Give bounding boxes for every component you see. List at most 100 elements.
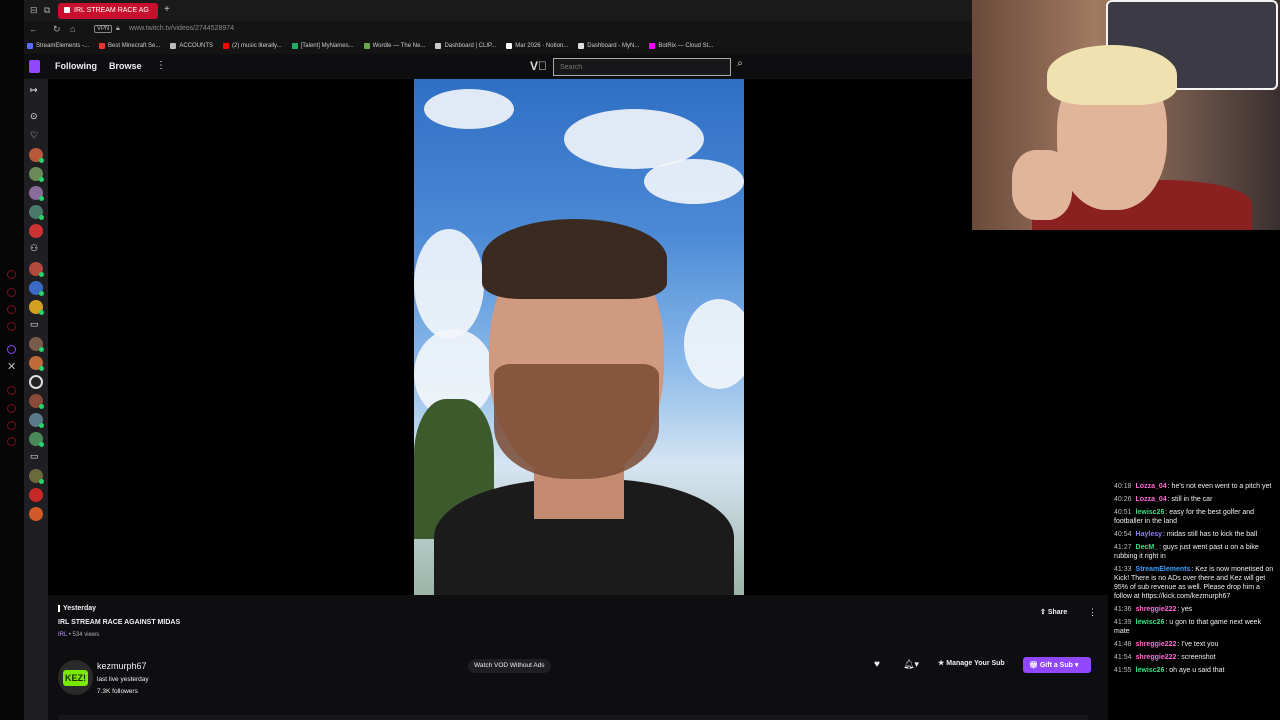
chat-text: he's not even went to a pitch yet: [1171, 483, 1272, 490]
gift-icon: 🎁︎: [1029, 662, 1040, 669]
home-icon[interactable]: ⌂: [70, 24, 75, 34]
twitch-app-icon[interactable]: [7, 345, 16, 354]
channel-avatar[interactable]: [29, 507, 43, 521]
bookmark-item[interactable]: StreamElements -...: [27, 37, 89, 54]
gift-sub-button[interactable]: 🎁︎ Gift a Sub ▾: [1023, 657, 1091, 673]
channel-avatar[interactable]: [29, 186, 44, 201]
browser-tab-bar: ⊟ ⧉ IRL STREAM RACE AG +: [24, 0, 972, 21]
bookmark-item[interactable]: Dashboard | CLIP...: [435, 37, 496, 54]
tab-list-icon[interactable]: ⧉: [44, 5, 50, 16]
bookmark-item[interactable]: Best Minecraft Se...: [99, 37, 160, 54]
share-button[interactable]: ⇪ Share: [1040, 608, 1067, 616]
notifications-bell-icon[interactable]: 🔔︎▾: [903, 659, 919, 670]
app-icon[interactable]: [7, 386, 16, 395]
chat-username[interactable]: StreamElements: [1136, 566, 1191, 573]
chat-username[interactable]: shreggie222: [1136, 606, 1177, 613]
channel-avatar[interactable]: [29, 167, 44, 182]
chat-username[interactable]: lewisc26: [1136, 667, 1165, 674]
bookmark-label: Dashboard - MyN...: [587, 42, 640, 49]
url-field[interactable]: www.twitch.tv/videos/2744528974: [129, 25, 234, 32]
add-friend-icon[interactable]: ⚇: [30, 243, 38, 254]
app-icon[interactable]: [7, 322, 16, 331]
channel-avatar[interactable]: [29, 375, 43, 389]
twitch-logo-icon[interactable]: [29, 60, 40, 73]
app-icon[interactable]: [7, 404, 16, 413]
video-frame[interactable]: [414, 79, 744, 595]
video-icon[interactable]: ▭: [30, 319, 39, 330]
video-date: Yesterday: [58, 605, 96, 612]
app-icon[interactable]: [7, 305, 16, 314]
bookmark-item[interactable]: Wordle — The Ne...: [363, 37, 425, 54]
channel-avatar[interactable]: [29, 337, 44, 352]
chat-username[interactable]: Haylesy: [1136, 531, 1162, 538]
cloud: [414, 229, 484, 339]
chat-username[interactable]: Lozza_04: [1136, 496, 1167, 503]
nav-following[interactable]: Following: [55, 61, 97, 71]
bookmark-label: StreamElements -...: [36, 42, 90, 49]
app-icon[interactable]: [7, 421, 16, 430]
bookmark-item[interactable]: [Talent] MyNames...: [291, 37, 354, 54]
category-tag[interactable]: IRL: [58, 632, 67, 638]
chat-message: 41:48 shreggie222: I've text you: [1114, 640, 1274, 649]
back-icon[interactable]: ←: [29, 24, 38, 34]
collapse-sidebar-icon[interactable]: ↦: [30, 85, 38, 96]
chat-timestamp: 41:39: [1114, 619, 1132, 626]
channel-avatar[interactable]: [29, 224, 43, 238]
watch-vod-without-ads-button[interactable]: Watch VOD Without Ads: [468, 659, 551, 673]
channel-avatar[interactable]: [29, 205, 44, 220]
bookmark-favicon-icon: [435, 42, 442, 49]
chat-username[interactable]: shreggie222: [1136, 654, 1177, 661]
more-options-icon[interactable]: ⋮: [1088, 607, 1097, 618]
browser-tab-active[interactable]: IRL STREAM RACE AG: [58, 3, 158, 19]
new-tab-icon[interactable]: +: [164, 4, 170, 15]
chat-message: 41:27 DecM_: guys just went past u on a b…: [1114, 543, 1274, 561]
channel-avatar[interactable]: [29, 281, 44, 296]
chat-username[interactable]: Lozza_04: [1136, 483, 1167, 490]
reload-icon[interactable]: ↻: [53, 24, 61, 35]
chat-timestamp: 40:51: [1114, 509, 1132, 516]
channel-avatar-large[interactable]: KEZ!: [58, 660, 93, 695]
bookmark-item[interactable]: ACCOUNTS: [170, 37, 213, 54]
chat-username[interactable]: shreggie222: [1136, 641, 1177, 648]
video-icon[interactable]: ▭: [30, 451, 39, 462]
lock-icon[interactable]: 🔒︎: [116, 25, 120, 33]
channel-avatar[interactable]: [29, 413, 44, 428]
followed-heart-icon[interactable]: ♡: [30, 130, 38, 141]
channel-avatar[interactable]: [29, 148, 44, 163]
channel-avatar[interactable]: [29, 469, 44, 484]
chat-username[interactable]: lewisc26: [1136, 619, 1165, 626]
chat-timestamp: 41:36: [1114, 606, 1132, 613]
bookmark-item[interactable]: Mar 2026 · Notion...: [506, 37, 568, 54]
x-app-icon[interactable]: ✕: [7, 360, 16, 373]
video-title: IRL STREAM RACE AGAINST MIDAS: [58, 619, 181, 626]
vpn-badge[interactable]: VPN: [94, 25, 113, 33]
manage-sub-label: Manage Your Sub: [946, 660, 1005, 667]
channel-name[interactable]: kezmurph67: [97, 661, 147, 671]
chat-message: 41:54 shreggie222: screenshot: [1114, 653, 1274, 662]
channel-avatar[interactable]: [29, 488, 43, 502]
app-icon[interactable]: [7, 437, 16, 446]
more-menu-icon[interactable]: ⋮: [156, 60, 166, 71]
channel-avatar[interactable]: [29, 262, 44, 277]
nav-browse[interactable]: Browse: [109, 61, 142, 71]
bookmark-item[interactable]: (2) music literally...: [223, 37, 282, 54]
recommended-icon[interactable]: ⊙: [30, 111, 38, 122]
app-icon[interactable]: [7, 270, 16, 279]
app-icon[interactable]: [7, 288, 16, 297]
channel-avatar[interactable]: [29, 394, 44, 409]
channel-avatar[interactable]: [29, 356, 44, 371]
follow-heart-icon[interactable]: ♥: [874, 659, 880, 670]
search-icon[interactable]: ⌕: [733, 58, 747, 76]
bookmark-item[interactable]: BotRix — Cloud St...: [649, 37, 713, 54]
extension-v-icon[interactable]: V⃞: [530, 59, 547, 73]
chat-username[interactable]: lewisc26: [1136, 509, 1165, 516]
search-input[interactable]: [553, 58, 731, 76]
bookmark-item[interactable]: Dashboard - MyN...: [578, 37, 639, 54]
chat-username[interactable]: DecM_: [1136, 544, 1159, 551]
channel-avatar[interactable]: [29, 432, 44, 447]
tab-actions-icon[interactable]: ⊟: [30, 5, 38, 16]
channel-avatar[interactable]: [29, 300, 44, 315]
chat-timestamp: 41:55: [1114, 667, 1132, 674]
video-info: Yesterday IRL STREAM RACE AGAINST MIDAS …: [48, 595, 1108, 720]
manage-sub-button[interactable]: ★ Manage Your Sub: [938, 659, 1005, 667]
